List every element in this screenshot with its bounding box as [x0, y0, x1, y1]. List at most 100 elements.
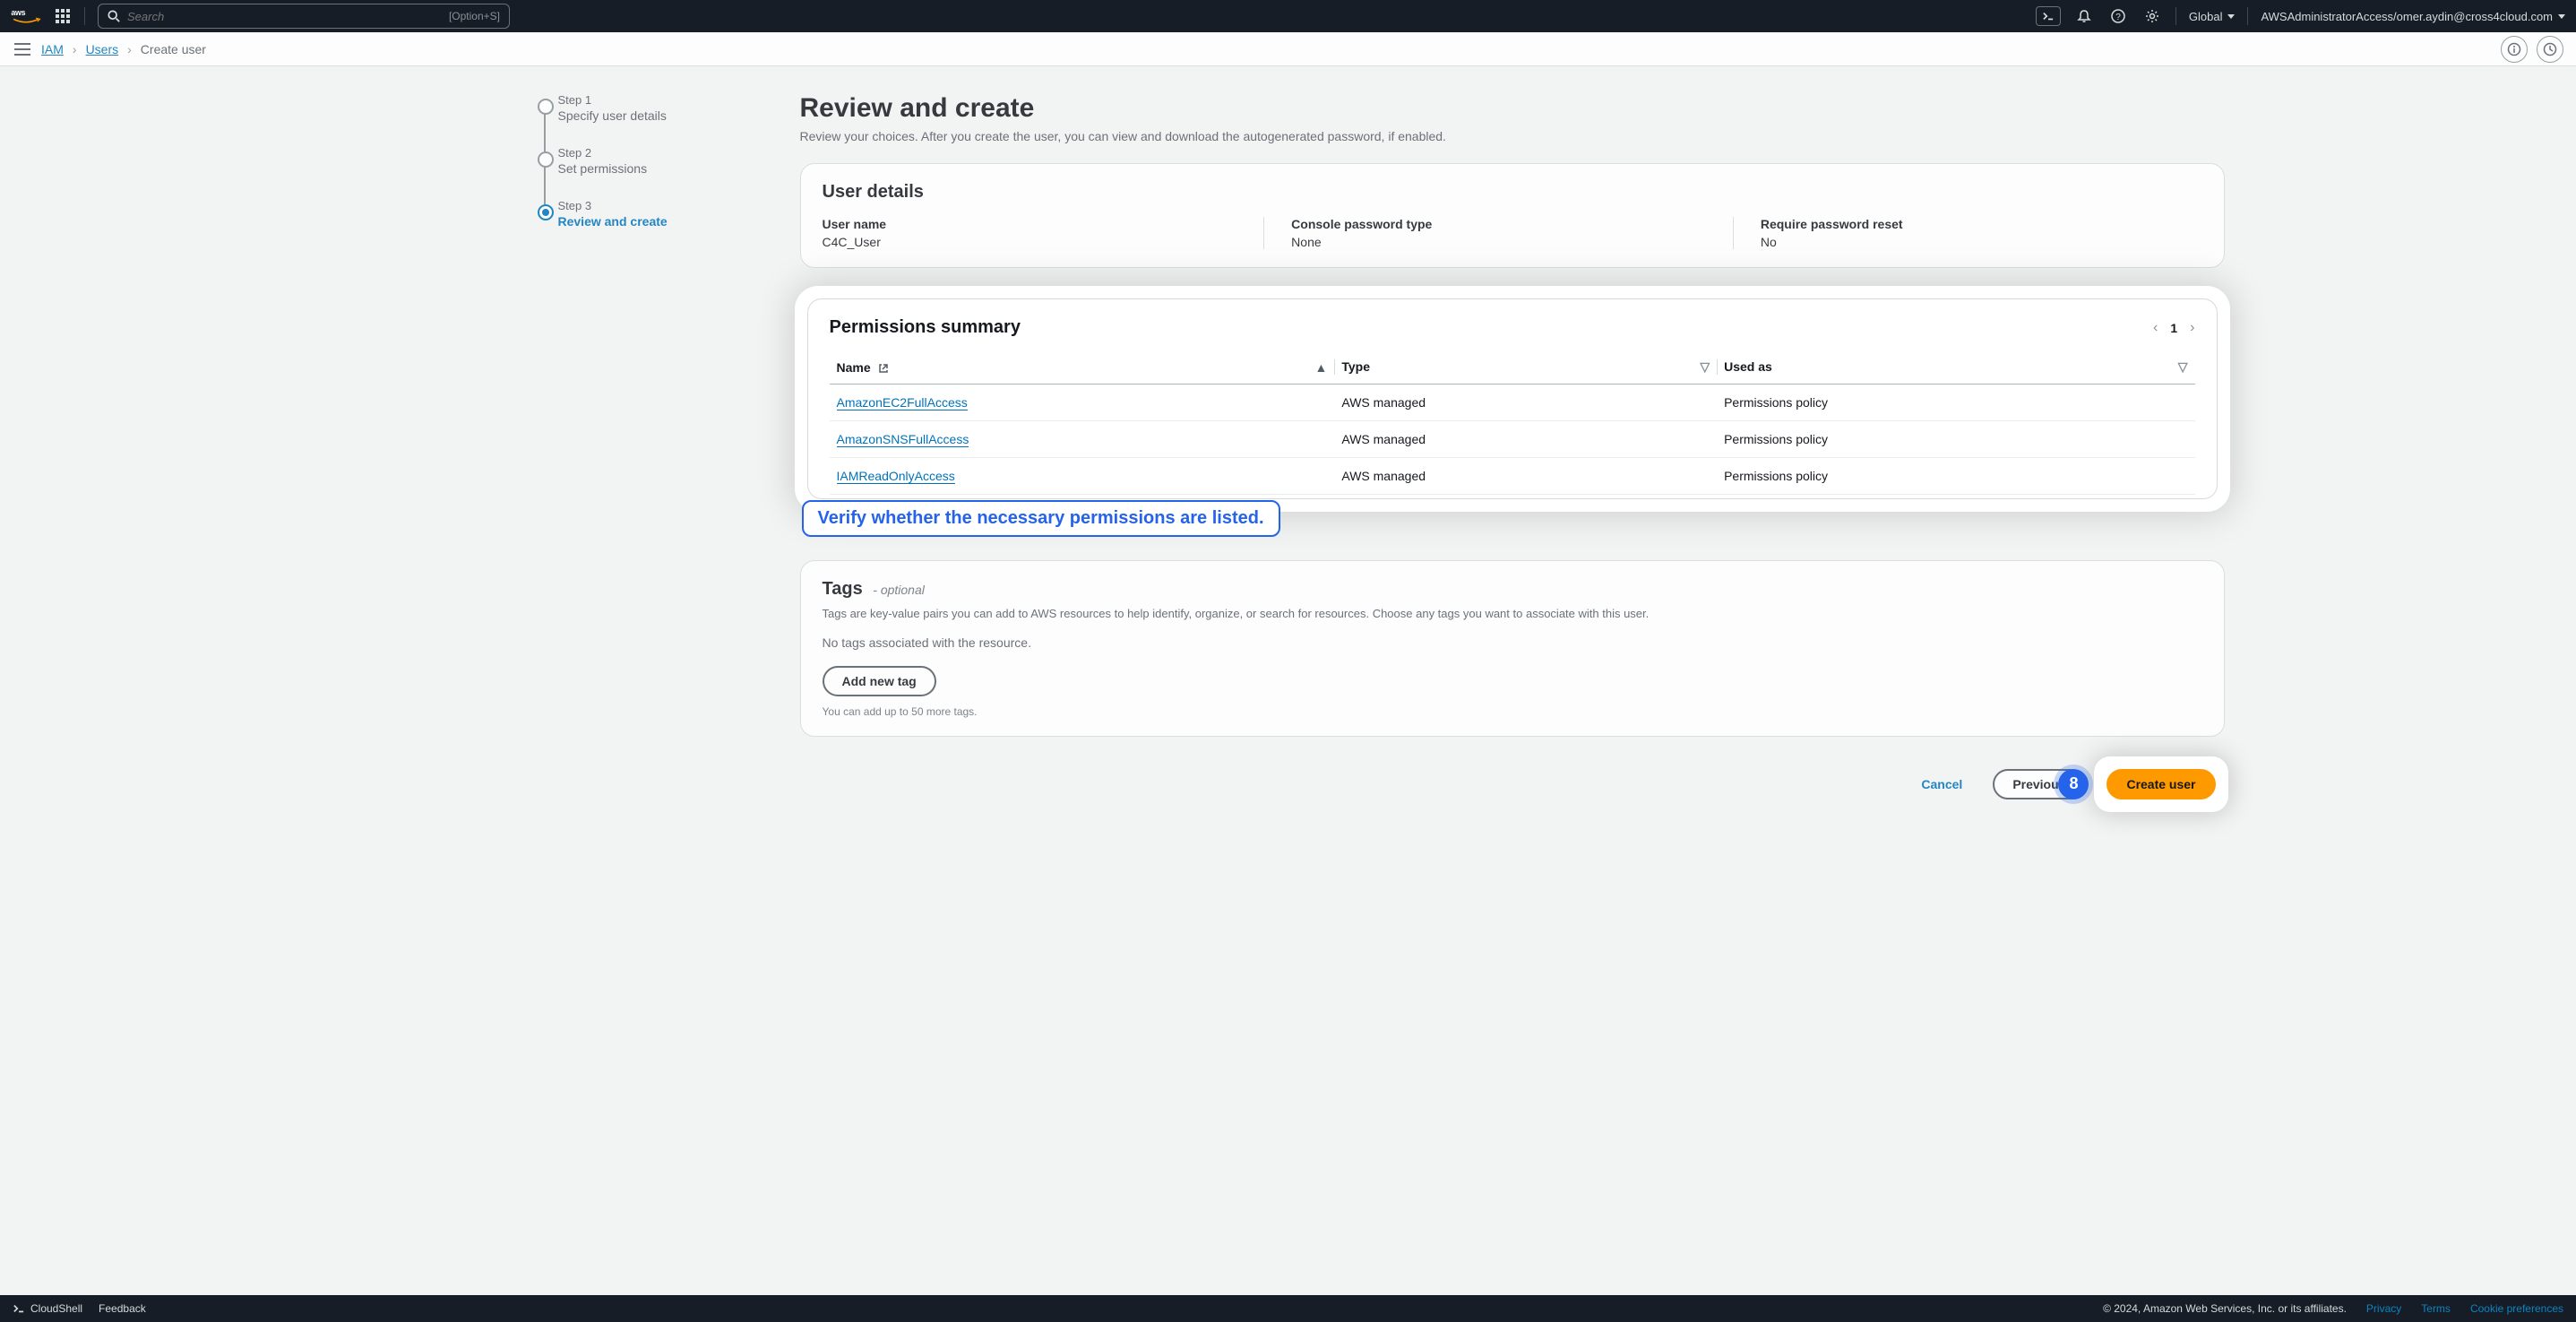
account-menu[interactable]: AWSAdministratorAccess/omer.aydin@cross4…: [2261, 10, 2565, 23]
info-icon[interactable]: [2501, 36, 2528, 63]
breadcrumb-users[interactable]: Users: [86, 42, 119, 56]
user-details-row: User name C4C_User Console password type…: [823, 217, 2202, 249]
permissions-highlight-wrap: Permissions summary ‹ 1 › Name: [800, 291, 2225, 506]
annotation-text: Verify whether the necessary permissions…: [802, 500, 1280, 537]
svg-text:?: ?: [2115, 13, 2121, 22]
permissions-heading: Permissions summary: [830, 317, 1021, 338]
tags-empty-text: No tags associated with the resource.: [823, 635, 2202, 650]
cell-used-as: Permissions policy: [1717, 385, 2194, 421]
settings-icon[interactable]: [2141, 5, 2163, 27]
copyright-text: © 2024, Amazon Web Services, Inc. or its…: [2103, 1302, 2347, 1315]
cloudshell-icon[interactable]: [2036, 6, 2061, 26]
breadcrumb-bar: IAM › Users › Create user: [0, 32, 2576, 66]
chevron-right-icon: ›: [127, 42, 132, 56]
search-input[interactable]: [127, 10, 442, 23]
cell-type: AWS managed: [1334, 421, 1717, 458]
step-title: Set permissions: [558, 161, 746, 176]
page-subtitle: Review your choices. After you create th…: [800, 129, 2225, 143]
cloudshell-label: CloudShell: [30, 1302, 82, 1315]
aws-logo[interactable]: aws: [11, 7, 41, 25]
step-title: Specify user details: [558, 108, 746, 123]
step-label: Step 2: [558, 146, 746, 160]
clock-icon[interactable]: [2537, 36, 2563, 63]
tags-panel: Tags - optional Tags are key-value pairs…: [800, 560, 2225, 737]
table-row: AmazonSNSFullAccess AWS managed Permissi…: [830, 421, 2195, 458]
search-icon: [108, 10, 120, 22]
user-details-heading: User details: [823, 182, 2202, 203]
user-details-panel: User details User name C4C_User Console …: [800, 163, 2225, 268]
feedback-link[interactable]: Feedback: [99, 1302, 146, 1315]
pager-next-icon[interactable]: ›: [2190, 320, 2194, 336]
step-label: Step 1: [558, 93, 746, 107]
cell-used-as: Permissions policy: [1717, 421, 2194, 458]
content-column: Review and create Review your choices. A…: [800, 93, 2225, 808]
wizard-step-nav: Step 1 Specify user details Step 2 Set p…: [531, 93, 746, 808]
tags-limit-note: You can add up to 50 more tags.: [823, 705, 2202, 718]
tags-description: Tags are key-value pairs you can add to …: [823, 605, 2202, 623]
global-footer: CloudShell Feedback © 2024, Amazon Web S…: [0, 1295, 2576, 1322]
table-row: AmazonEC2FullAccess AWS managed Permissi…: [830, 385, 2195, 421]
col-type-label: Type: [1341, 359, 1370, 374]
chevron-right-icon: ›: [73, 42, 77, 56]
table-pager: ‹ 1 ›: [2153, 320, 2194, 336]
sort-icon: ▽: [1700, 359, 1710, 375]
policy-link[interactable]: IAMReadOnlyAccess: [837, 469, 955, 484]
external-link-icon: [878, 363, 889, 374]
wizard-actions: Cancel Previous 8 Create user: [800, 760, 2225, 808]
console-password-field: Console password type None: [1263, 217, 1733, 249]
cell-used-as: Permissions policy: [1717, 458, 2194, 495]
cancel-button[interactable]: Cancel: [1903, 769, 1980, 799]
field-value: C4C_User: [823, 235, 1246, 249]
wizard-step-1[interactable]: Step 1 Specify user details: [531, 93, 746, 146]
create-user-button[interactable]: Create user: [2106, 769, 2215, 799]
notifications-icon[interactable]: [2073, 5, 2095, 27]
breadcrumb-iam[interactable]: IAM: [41, 42, 64, 56]
chevron-down-icon: [2558, 14, 2565, 19]
col-used-as[interactable]: Used as ▽: [1717, 350, 2194, 385]
col-type[interactable]: Type ▽: [1334, 350, 1717, 385]
header-right: ? Global AWSAdministratorAccess/omer.ayd…: [2036, 5, 2565, 27]
add-tag-button[interactable]: Add new tag: [823, 666, 936, 696]
main-content: Step 1 Specify user details Step 2 Set p…: [0, 66, 2576, 808]
services-menu-icon[interactable]: [54, 7, 72, 25]
col-name[interactable]: Name ▲: [830, 350, 1335, 385]
global-search[interactable]: [Option+S]: [98, 4, 510, 29]
cloudshell-footer-icon[interactable]: CloudShell: [13, 1302, 82, 1315]
divider: [84, 7, 85, 25]
field-key: User name: [823, 217, 1246, 231]
pager-prev-icon[interactable]: ‹: [2153, 320, 2158, 336]
user-name-field: User name C4C_User: [823, 217, 1264, 249]
wizard-step-2[interactable]: Step 2 Set permissions: [531, 146, 746, 199]
cell-type: AWS managed: [1334, 458, 1717, 495]
account-label: AWSAdministratorAccess/omer.aydin@cross4…: [2261, 10, 2553, 23]
tutorial-step-badge: 8: [2058, 769, 2089, 799]
page-title: Review and create: [800, 93, 2225, 124]
help-icon[interactable]: ?: [2107, 5, 2129, 27]
breadcrumb-current: Create user: [141, 42, 206, 56]
svg-text:aws: aws: [11, 8, 25, 17]
footer-right: © 2024, Amazon Web Services, Inc. or its…: [2103, 1302, 2563, 1315]
chevron-down-icon: [2227, 14, 2235, 19]
tutorial-annotation: Verify whether the necessary permissions…: [802, 500, 1280, 537]
terms-link[interactable]: Terms: [2421, 1302, 2451, 1315]
cell-type: AWS managed: [1334, 385, 1717, 421]
global-header: aws [Option+S] ? Global AWSAdministrator…: [0, 0, 2576, 32]
step-label: Step 3: [558, 199, 746, 212]
policy-link[interactable]: AmazonSNSFullAccess: [837, 432, 969, 447]
side-nav-toggle-icon[interactable]: [13, 39, 32, 59]
cookie-preferences-link[interactable]: Cookie preferences: [2470, 1302, 2563, 1315]
permissions-table: Name ▲ Type ▽ Used as: [830, 350, 2195, 495]
sort-asc-icon: ▲: [1315, 360, 1328, 375]
policy-link[interactable]: AmazonEC2FullAccess: [837, 395, 968, 410]
create-user-highlight: 8 Create user: [2098, 760, 2224, 808]
region-selector[interactable]: Global: [2189, 10, 2236, 23]
privacy-link[interactable]: Privacy: [2366, 1302, 2401, 1315]
sort-icon: ▽: [2178, 359, 2188, 375]
step-title: Review and create: [558, 214, 746, 229]
wizard-step-3[interactable]: Step 3 Review and create: [531, 199, 746, 252]
pager-current-page: 1: [2170, 321, 2177, 335]
search-shortcut-hint: [Option+S]: [449, 10, 500, 22]
permissions-summary-panel: Permissions summary ‹ 1 › Name: [807, 298, 2218, 499]
field-value: None: [1291, 235, 1715, 249]
tags-heading: Tags: [823, 579, 863, 599]
